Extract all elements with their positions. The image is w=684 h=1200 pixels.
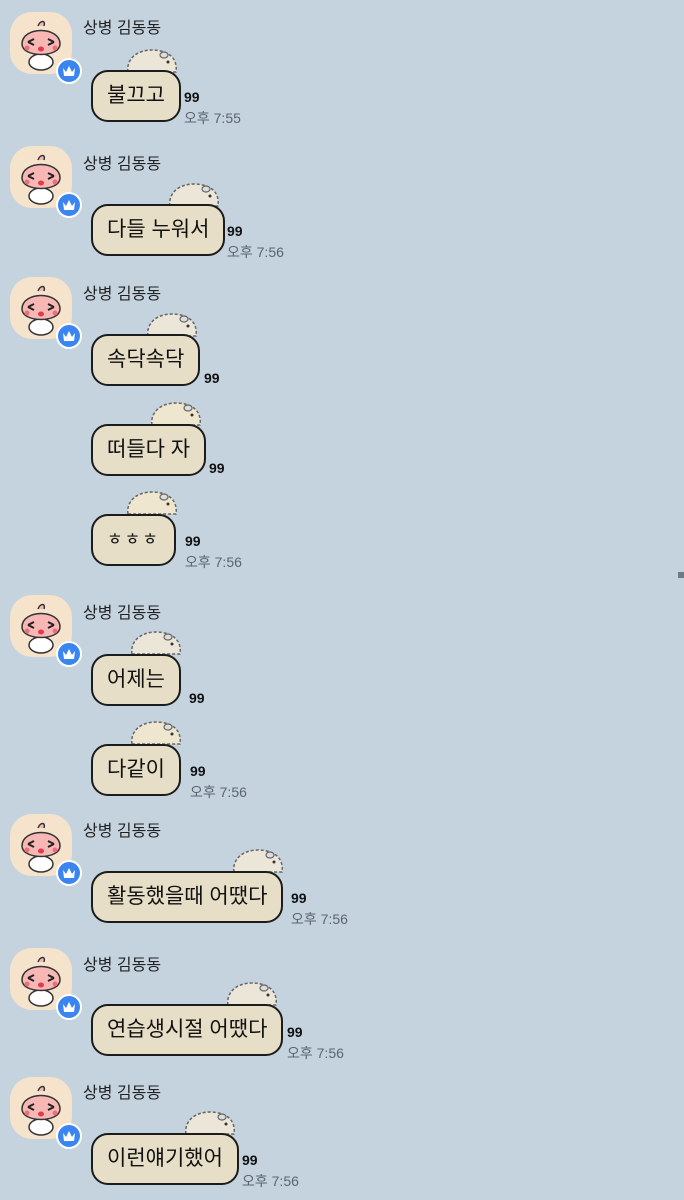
message-bubble[interactable]: 불끄고 [91, 70, 181, 122]
sender-name: 상병 김동동 [83, 957, 162, 974]
message-bubble[interactable]: 어제는 [91, 654, 181, 706]
message-bubble[interactable]: 이런얘기했어 [91, 1133, 239, 1185]
sender-avatar[interactable] [10, 814, 82, 886]
message-bubble[interactable]: 다들 누워서 [91, 204, 226, 256]
message-bubble[interactable]: 활동했을때 어땠다 [91, 871, 284, 923]
crown-icon [63, 200, 75, 210]
crown-icon [63, 649, 75, 659]
sender-name: 상병 김동동 [83, 605, 162, 622]
sender-name: 상병 김동동 [83, 823, 162, 840]
message-time: 오후 7:55 [184, 110, 241, 126]
unread-count: 99 [227, 223, 243, 239]
unread-count: 99 [185, 533, 201, 549]
sender-avatar[interactable] [10, 12, 82, 84]
unread-count: 99 [291, 890, 307, 906]
crown-badge [56, 323, 82, 349]
message-time: 오후 7:56 [227, 244, 284, 260]
sender-name: 상병 김동동 [83, 286, 162, 303]
crown-icon [63, 66, 75, 76]
unread-count: 99 [287, 1024, 303, 1040]
message-bubble[interactable]: 연습생시절 어땠다 [91, 1004, 284, 1056]
crown-badge [56, 860, 82, 886]
crown-badge [56, 1123, 82, 1149]
message-bubble[interactable]: 속닥속닥 [91, 334, 201, 386]
unread-count: 99 [184, 89, 200, 105]
crown-badge [56, 641, 82, 667]
message-bubble[interactable]: ㅎㅎㅎ [91, 514, 176, 566]
sender-avatar[interactable] [10, 146, 82, 218]
message-time: 오후 7:56 [185, 554, 242, 570]
sender-name: 상병 김동동 [83, 156, 162, 173]
message-time: 오후 7:56 [291, 911, 348, 927]
message-time: 오후 7:56 [242, 1173, 299, 1189]
message-time: 오후 7:56 [190, 784, 247, 800]
unread-count: 99 [204, 370, 220, 386]
crown-badge [56, 58, 82, 84]
crown-badge [56, 192, 82, 218]
crown-icon [63, 331, 75, 341]
crown-badge [56, 994, 82, 1020]
message-bubble[interactable]: 떠들다 자 [91, 424, 207, 476]
message-bubble[interactable]: 다같이 [91, 744, 181, 796]
sender-avatar[interactable] [10, 595, 82, 667]
message-time: 오후 7:56 [287, 1045, 344, 1061]
unread-count: 99 [190, 763, 206, 779]
sender-name: 상병 김동동 [83, 1085, 162, 1102]
sender-name: 상병 김동동 [83, 20, 162, 37]
unread-count: 99 [242, 1152, 258, 1168]
unread-count: 99 [189, 690, 205, 706]
crown-icon [63, 868, 75, 878]
crown-icon [63, 1131, 75, 1141]
sender-avatar[interactable] [10, 277, 82, 349]
sender-avatar[interactable] [10, 1077, 82, 1149]
scrollbar-thumb[interactable] [678, 572, 684, 578]
crown-icon [63, 1002, 75, 1012]
sender-avatar[interactable] [10, 948, 82, 1020]
unread-count: 99 [209, 460, 225, 476]
